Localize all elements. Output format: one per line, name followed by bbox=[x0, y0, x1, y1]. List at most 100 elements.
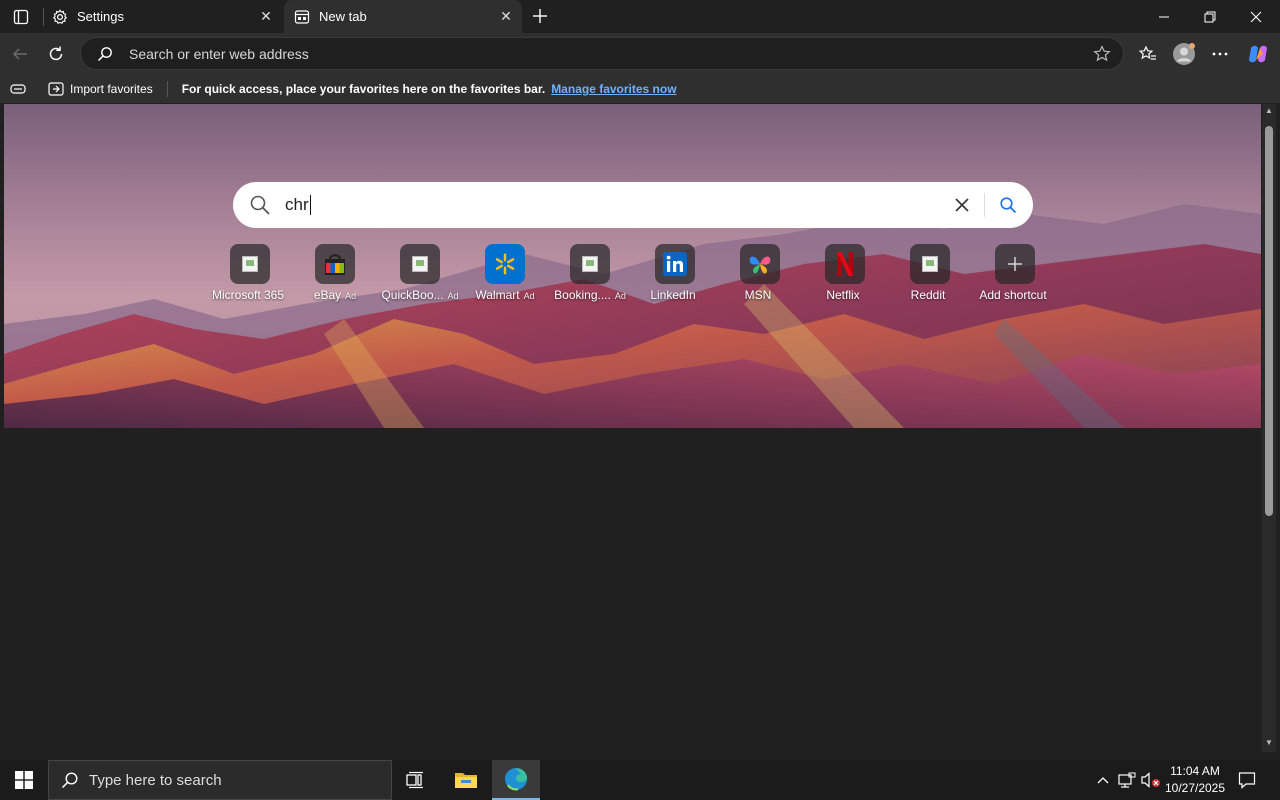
volume-tray-button[interactable] bbox=[1140, 760, 1162, 800]
tab-actions-menu-button[interactable] bbox=[0, 0, 42, 33]
add-favorite-button[interactable] bbox=[1087, 39, 1117, 69]
favorites-bar-message: For quick access, place your favorites h… bbox=[181, 82, 546, 96]
new-tab-button[interactable] bbox=[526, 2, 554, 30]
import-icon bbox=[48, 82, 64, 96]
ad-badge: Ad bbox=[447, 291, 459, 301]
notifications-button[interactable] bbox=[1234, 760, 1260, 800]
clear-search-button[interactable] bbox=[944, 187, 980, 223]
start-button[interactable] bbox=[0, 760, 48, 800]
close-tab-icon[interactable]: ✕ bbox=[492, 3, 520, 31]
shortcut-microsoft-365[interactable]: Microsoft 365 bbox=[207, 244, 293, 302]
close-window-button[interactable] bbox=[1233, 0, 1279, 33]
scrollbar-thumb[interactable] bbox=[1265, 126, 1273, 516]
search-icon bbox=[61, 771, 79, 789]
plus-icon bbox=[533, 9, 547, 23]
edge-taskbar-button[interactable] bbox=[492, 760, 540, 800]
walmart-spark-icon bbox=[495, 253, 515, 275]
shortcut-ebay[interactable]: eBay Ad bbox=[292, 244, 378, 302]
shortcut-label: Add shortcut bbox=[979, 288, 1047, 302]
search-icon bbox=[249, 194, 273, 216]
profile-button[interactable] bbox=[1168, 38, 1200, 70]
show-hidden-icons-button[interactable] bbox=[1092, 760, 1114, 800]
shortcut-icon-box bbox=[995, 244, 1035, 284]
copilot-button[interactable] bbox=[1242, 38, 1274, 70]
network-tray-button[interactable] bbox=[1116, 760, 1138, 800]
restore-icon bbox=[1204, 11, 1216, 22]
shortcut-icon-box bbox=[740, 244, 780, 284]
broken-image-icon bbox=[412, 256, 428, 272]
minimize-button[interactable] bbox=[1141, 0, 1187, 33]
new-tab-page: chr Microsoft 365 eBayAd QuickBoo...Ad bbox=[4, 104, 1261, 756]
import-favorites-label: Import favorites bbox=[70, 82, 153, 96]
tab-label: Settings bbox=[77, 9, 124, 24]
ad-badge: Ad bbox=[345, 291, 357, 301]
shortcut-reddit[interactable]: Reddit bbox=[887, 244, 973, 302]
search-query-input[interactable]: chr bbox=[285, 195, 944, 215]
search-icon bbox=[1000, 197, 1017, 214]
web-search-box[interactable]: chr bbox=[233, 182, 1033, 228]
shortcut-label: Netflix bbox=[826, 288, 860, 302]
back-button[interactable] bbox=[4, 38, 36, 70]
broken-image-icon bbox=[242, 256, 258, 272]
shortcut-booking[interactable]: Booking.... Ad bbox=[547, 244, 633, 302]
shortcut-walmart[interactable]: Walmart Ad bbox=[462, 244, 548, 302]
shortcut-label: Booking.... bbox=[554, 288, 611, 302]
close-tab-icon[interactable]: ✕ bbox=[252, 3, 280, 31]
import-favorites-button[interactable]: Import favorites bbox=[48, 82, 153, 96]
restore-button[interactable] bbox=[1187, 0, 1233, 33]
search-icon bbox=[97, 46, 115, 62]
address-input[interactable] bbox=[129, 45, 1087, 62]
volume-muted-icon bbox=[1141, 772, 1160, 788]
shortcut-linkedin[interactable]: LinkedIn bbox=[632, 244, 718, 302]
favorites-bar: Import favorites For quick access, place… bbox=[0, 75, 1280, 103]
search-query-text: chr bbox=[285, 195, 309, 214]
shortcut-icon-box bbox=[315, 244, 355, 284]
shortcut-label: MSN bbox=[744, 288, 772, 302]
divider bbox=[984, 193, 985, 217]
ebay-bag-icon bbox=[325, 254, 345, 275]
favorites-icon bbox=[1139, 45, 1156, 60]
tab-label: New tab bbox=[319, 9, 367, 24]
settings-more-button[interactable] bbox=[1204, 38, 1236, 70]
tab-actions-icon bbox=[13, 9, 29, 24]
refresh-button[interactable] bbox=[40, 38, 72, 70]
avatar-icon bbox=[1173, 43, 1195, 65]
clock-date: 10/27/2025 bbox=[1164, 781, 1226, 795]
favorites-bar-toggle-icon[interactable] bbox=[0, 83, 36, 95]
shortcut-quickbooks[interactable]: QuickBoo... Ad bbox=[377, 244, 463, 302]
clock-time: 11:04 AM bbox=[1170, 764, 1220, 778]
taskbar-clock[interactable]: 11:04 AM 10/27/2025 bbox=[1160, 763, 1230, 797]
shortcut-msn[interactable]: MSN bbox=[717, 244, 803, 302]
file-explorer-button[interactable] bbox=[442, 760, 490, 800]
favorites-button[interactable] bbox=[1132, 38, 1164, 70]
submit-search-button[interactable] bbox=[989, 187, 1027, 223]
task-view-button[interactable] bbox=[392, 760, 440, 800]
manage-favorites-link[interactable]: Manage favorites now bbox=[551, 82, 676, 96]
close-icon bbox=[1250, 11, 1262, 22]
address-bar[interactable] bbox=[80, 37, 1124, 70]
add-shortcut-button[interactable]: Add shortcut bbox=[972, 244, 1058, 302]
browser-toolbar bbox=[0, 33, 1280, 75]
folder-icon bbox=[455, 773, 477, 788]
task-view-icon bbox=[406, 771, 423, 789]
shortcut-netflix[interactable]: Netflix bbox=[802, 244, 888, 302]
page-scrollbar[interactable]: ▲ ▼ bbox=[1262, 104, 1276, 752]
shortcut-label: QuickBoo... bbox=[381, 288, 444, 302]
windows-logo-icon bbox=[15, 771, 33, 789]
taskbar-search-box[interactable]: Type here to search bbox=[48, 760, 392, 800]
minimize-icon bbox=[1159, 16, 1169, 17]
more-dots-icon bbox=[1212, 52, 1228, 56]
shortcut-icon-box bbox=[570, 244, 610, 284]
refresh-icon bbox=[49, 46, 63, 61]
shortcut-label: Reddit bbox=[910, 288, 946, 302]
text-caret bbox=[309, 195, 311, 215]
scroll-up-arrow-icon[interactable]: ▲ bbox=[1264, 106, 1274, 116]
notification-icon bbox=[1238, 772, 1256, 789]
tab-new-tab[interactable]: New tab ✕ bbox=[284, 0, 522, 33]
tab-settings[interactable]: Settings ✕ bbox=[42, 0, 282, 33]
gear-icon bbox=[52, 8, 68, 25]
scroll-down-arrow-icon[interactable]: ▼ bbox=[1264, 738, 1274, 748]
copilot-icon bbox=[1249, 45, 1267, 63]
title-bar: Settings ✕ New tab ✕ bbox=[0, 0, 1280, 33]
shortcut-icon-box bbox=[655, 244, 695, 284]
